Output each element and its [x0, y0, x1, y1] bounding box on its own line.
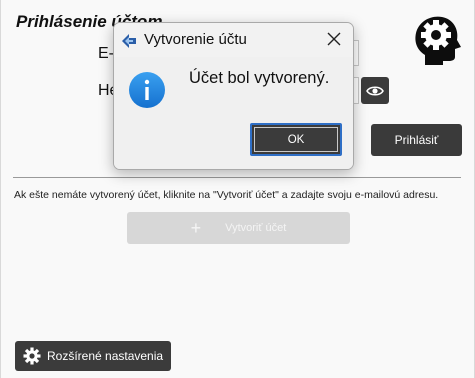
dialog-message: Účet bol vytvorený. — [189, 69, 330, 87]
register-hint: Ak ešte nemáte vytvorený účet, kliknite … — [14, 189, 439, 201]
head-gear-icon — [411, 13, 461, 67]
ok-button[interactable]: OK — [250, 123, 342, 156]
login-button[interactable]: Prihlásiť — [371, 124, 462, 156]
email-label: E- — [98, 45, 114, 62]
eye-icon — [366, 85, 384, 97]
app-icon — [120, 32, 138, 50]
create-account-label: Vytvoriť účet — [225, 222, 287, 234]
dialog-titlebar: Vytvorenie účtu — [114, 23, 353, 57]
create-account-button[interactable]: + Vytvoriť účet — [127, 212, 350, 244]
dialog-body: Účet bol vytvorený. OK — [114, 57, 353, 169]
show-password-button[interactable] — [361, 77, 389, 104]
login-window: Prihlásenie účtom E- He Prihlásiť Ak ešt… — [0, 0, 475, 378]
info-icon — [128, 71, 166, 109]
ok-label: OK — [287, 133, 305, 146]
dialog-title: Vytvorenie účtu — [144, 31, 247, 48]
account-created-dialog: Vytvorenie účtu Účet bol vytvorený. OK — [113, 22, 354, 170]
advanced-settings-button[interactable]: Rozšírené nastavenia — [15, 341, 171, 371]
gear-icon — [23, 347, 41, 365]
advanced-settings-label: Rozšírené nastavenia — [47, 349, 164, 363]
plus-icon: + — [190, 218, 202, 238]
close-icon[interactable] — [323, 28, 345, 50]
divider — [13, 177, 461, 178]
